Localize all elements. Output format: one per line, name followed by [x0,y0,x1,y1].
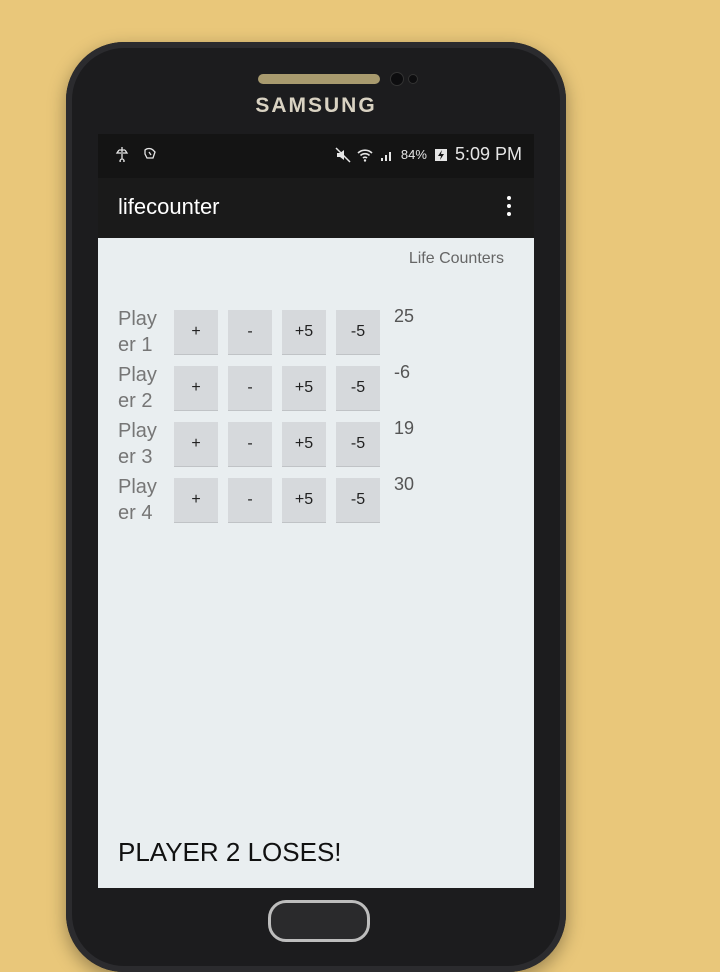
plus-five-button[interactable]: +5 [282,422,326,466]
player-label: Play er 3 [118,420,157,468]
main-content: Life Counters Play er 1 + - +5 -5 25 Pla… [98,238,534,888]
life-value: 25 [394,306,415,326]
minus-five-button[interactable]: -5 [336,310,380,354]
decrement-button[interactable]: - [228,310,272,354]
status-bar: 84% 5:09 PM [98,134,534,178]
plus-five-button[interactable]: +5 [282,310,326,354]
signal-icon [380,151,391,161]
battery-icon [434,148,447,161]
debug-icon [144,147,156,159]
increment-button[interactable]: + [174,366,218,410]
minus-five-button[interactable]: -5 [336,478,380,522]
life-value: 30 [394,474,415,494]
decrement-button[interactable]: - [228,366,272,410]
wifi-icon [357,148,373,162]
sensor-icon [408,74,418,84]
section-title: Life Counters [408,250,504,267]
brand-logo: SAMSUNG [255,94,377,117]
increment-button[interactable]: + [174,422,218,466]
app-title: lifecounter [118,194,220,219]
front-camera-icon [390,72,404,86]
screen: 84% 5:09 PM lifecounter Life Counters Pl… [98,134,534,888]
increment-button[interactable]: + [174,478,218,522]
decrement-button[interactable]: - [228,478,272,522]
player-row-4: Play er 4 + - +5 -5 30 [118,474,518,528]
overflow-menu-icon[interactable] [504,192,514,222]
player-label: Play er 4 [118,476,157,524]
player-row-3: Play er 3 + - +5 -5 19 [118,418,518,472]
minus-five-button[interactable]: -5 [336,366,380,410]
plus-five-button[interactable]: +5 [282,478,326,522]
minus-five-button[interactable]: -5 [336,422,380,466]
life-value: -6 [394,362,411,382]
decrement-button[interactable]: - [228,422,272,466]
increment-button[interactable]: + [174,310,218,354]
player-row-2: Play er 2 + - +5 -5 -6 [118,362,518,416]
status-time: 5:09 PM [454,144,522,164]
action-bar: lifecounter [98,178,534,238]
home-button[interactable] [268,900,370,942]
mute-icon [335,146,351,163]
player-label: Play er 1 [118,308,157,356]
battery-percent: 84% [400,147,427,162]
phone-device: SAMSUNG 84% 5:09 PM lifecounter Life Cou… [66,42,566,972]
usb-icon [115,147,129,162]
player-row-1: Play er 1 + - +5 -5 25 [118,306,518,360]
result-message: PLAYER 2 LOSES! [118,837,342,867]
player-label: Play er 2 [118,364,157,412]
life-value: 19 [394,418,415,438]
plus-five-button[interactable]: +5 [282,366,326,410]
earpiece-speaker [258,74,380,84]
